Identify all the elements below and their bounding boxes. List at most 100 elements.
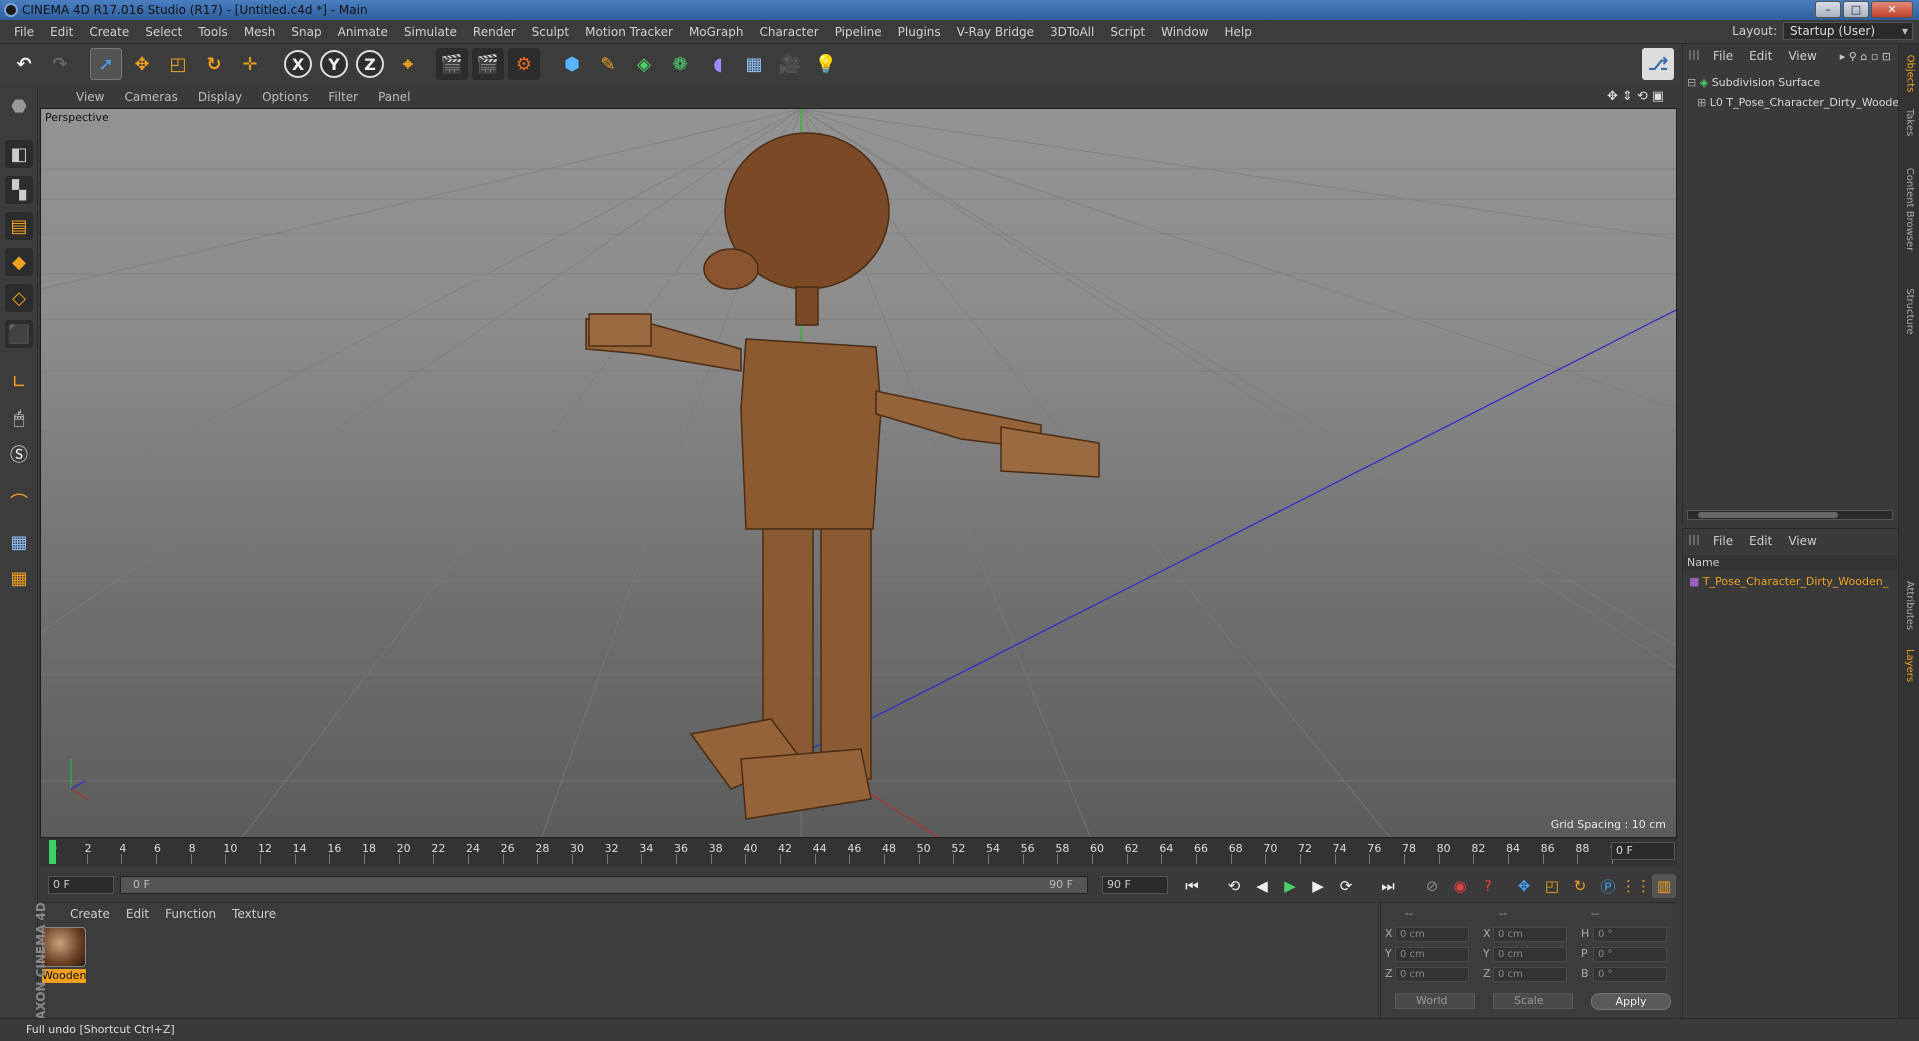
- position-z-field[interactable]: 0 cm: [1395, 967, 1469, 982]
- edges-mode-icon[interactable]: ◇: [5, 284, 33, 312]
- key-parameter-icon[interactable]: Ⓟ: [1596, 874, 1620, 898]
- render-picture-viewer-icon[interactable]: 🎬: [472, 48, 504, 80]
- object-menu-view[interactable]: View: [1780, 49, 1824, 63]
- next-frame-icon[interactable]: ▶: [1306, 874, 1330, 898]
- make-editable-icon[interactable]: ⬣: [5, 92, 33, 120]
- coordinate-system-icon[interactable]: ⌖: [392, 48, 424, 80]
- autokeying-icon[interactable]: ?: [1476, 874, 1500, 898]
- play-icon[interactable]: ▶: [1278, 874, 1302, 898]
- solo-icon[interactable]: Ⓢ: [5, 440, 33, 468]
- menu-help[interactable]: Help: [1216, 25, 1259, 39]
- size-x-field[interactable]: 0 cm: [1493, 927, 1567, 942]
- redo-icon[interactable]: ↷: [44, 48, 76, 80]
- world-dropdown[interactable]: World: [1395, 993, 1475, 1009]
- tab-layers[interactable]: Layers: [1899, 642, 1919, 688]
- menu-character[interactable]: Character: [751, 25, 826, 39]
- deformer-icon[interactable]: ◖: [702, 48, 734, 80]
- menu-mograph[interactable]: MoGraph: [681, 25, 752, 39]
- tab-objects[interactable]: Objects: [1899, 48, 1919, 98]
- object-manager-tool-icons[interactable]: ▸ ⚲ ⌂ ▫ ⊡: [1840, 50, 1891, 63]
- tab-attributes[interactable]: Attributes: [1899, 570, 1919, 640]
- layer-menu-file[interactable]: File: [1705, 534, 1741, 548]
- close-button[interactable]: ✕: [1871, 1, 1913, 18]
- panel-grip-icon[interactable]: [1689, 50, 1699, 60]
- render-view-icon[interactable]: 🎬: [436, 48, 468, 80]
- layer-menu-edit[interactable]: Edit: [1741, 534, 1780, 548]
- timeline-window-icon[interactable]: ▥: [1652, 874, 1676, 898]
- position-y-field[interactable]: 0 cm: [1395, 947, 1469, 962]
- object-menu-edit[interactable]: Edit: [1741, 49, 1780, 63]
- polygons-mode-icon[interactable]: ⬛: [5, 320, 33, 348]
- tree-item-character[interactable]: ⊞ L0 T_Pose_Character_Dirty_Wooden: [1697, 96, 1906, 109]
- position-x-field[interactable]: 0 cm: [1395, 927, 1469, 942]
- points-mode-icon[interactable]: ◆: [5, 248, 33, 276]
- scale-icon[interactable]: ◰: [162, 48, 194, 80]
- go-to-end-icon[interactable]: ⏭: [1376, 874, 1400, 898]
- viewport-menu-view[interactable]: View: [66, 90, 114, 104]
- menu-snap[interactable]: Snap: [283, 25, 329, 39]
- timeline-ruler[interactable]: 0246810121416182022242628303234363840424…: [40, 838, 1677, 866]
- viewport-perspective[interactable]: Perspective Grid Spacing : 10 cm: [40, 108, 1677, 838]
- tree-item-subdivision-surface[interactable]: ⊟ ◈ Subdivision Surface: [1687, 76, 1820, 89]
- scale-dropdown[interactable]: Scale: [1493, 993, 1573, 1009]
- z-axis-icon[interactable]: Z: [354, 48, 386, 80]
- cube-icon[interactable]: ⬢: [556, 48, 588, 80]
- rotation-h-field[interactable]: 0 °: [1593, 927, 1667, 942]
- viewport-menu-filter[interactable]: Filter: [318, 90, 368, 104]
- menu-script[interactable]: Script: [1102, 25, 1153, 39]
- object-manager-scrollbar[interactable]: [1687, 510, 1893, 520]
- python-icon[interactable]: ⎇: [1642, 48, 1674, 80]
- undo-icon[interactable]: ↶: [8, 48, 40, 80]
- material-menu-function[interactable]: Function: [157, 907, 224, 921]
- camera-icon[interactable]: 🎥: [774, 48, 806, 80]
- rotate-icon[interactable]: ↻: [198, 48, 230, 80]
- start-frame-field[interactable]: 0 F: [48, 876, 114, 894]
- menu-pipeline[interactable]: Pipeline: [827, 25, 890, 39]
- maximize-button[interactable]: □: [1843, 1, 1869, 18]
- layout-dropdown[interactable]: Startup (User): [1783, 22, 1913, 40]
- menu-tools[interactable]: Tools: [190, 25, 236, 39]
- material-thumbnail[interactable]: [42, 927, 86, 967]
- menu-window[interactable]: Window: [1153, 25, 1216, 39]
- move-icon[interactable]: ✥: [126, 48, 158, 80]
- viewport-menu-cameras[interactable]: Cameras: [114, 90, 187, 104]
- pen-icon[interactable]: ✎: [592, 48, 624, 80]
- minimize-button[interactable]: –: [1815, 1, 1841, 18]
- snap-icon[interactable]: ⌒: [5, 488, 33, 516]
- object-menu-file[interactable]: File: [1705, 49, 1741, 63]
- menu-create[interactable]: Create: [81, 25, 137, 39]
- x-axis-icon[interactable]: X: [282, 48, 314, 80]
- menu-render[interactable]: Render: [465, 25, 524, 39]
- floor-icon[interactable]: ▦: [738, 48, 770, 80]
- layer-item[interactable]: ■ T_Pose_Character_Dirty_Wooden_: [1689, 575, 1888, 588]
- viewport-navigation-icons[interactable]: ✥⇕⟲▣: [1607, 89, 1668, 104]
- tree-expand-icon[interactable]: ⊞: [1697, 96, 1706, 109]
- lock-workplane-icon[interactable]: ▦: [5, 528, 33, 556]
- key-scale-icon[interactable]: ◰: [1540, 874, 1564, 898]
- render-settings-icon[interactable]: ⚙: [508, 48, 540, 80]
- panel-grip-icon[interactable]: [1689, 535, 1699, 545]
- viewport-menu-options[interactable]: Options: [252, 90, 318, 104]
- tab-structure[interactable]: Structure: [1899, 276, 1919, 346]
- array-icon[interactable]: ❁: [664, 48, 696, 80]
- frame-range-slider[interactable]: 0 F 90 F: [120, 876, 1088, 894]
- planar-workplane-icon[interactable]: ▦: [5, 564, 33, 592]
- menu-animate[interactable]: Animate: [330, 25, 396, 39]
- current-frame-field[interactable]: 0 F: [1611, 842, 1675, 860]
- menu-3dtoall[interactable]: 3DToAll: [1042, 25, 1102, 39]
- tab-content-browser[interactable]: Content Browser: [1899, 144, 1919, 274]
- menu-motion-tracker[interactable]: Motion Tracker: [577, 25, 681, 39]
- tree-collapse-icon[interactable]: ⊟: [1687, 76, 1696, 89]
- material-menu-edit[interactable]: Edit: [118, 907, 157, 921]
- viewport-menu-display[interactable]: Display: [188, 90, 252, 104]
- tab-takes[interactable]: Takes: [1899, 102, 1919, 142]
- size-z-field[interactable]: 0 cm: [1493, 967, 1567, 982]
- viewport-menu-panel[interactable]: Panel: [368, 90, 420, 104]
- menu-select[interactable]: Select: [137, 25, 190, 39]
- workplane-icon[interactable]: ▤: [5, 212, 33, 240]
- record-disabled-icon[interactable]: ⊘: [1420, 874, 1444, 898]
- layer-menu-view[interactable]: View: [1780, 534, 1824, 548]
- axis-mode-icon[interactable]: ∟: [5, 368, 33, 396]
- menu-edit[interactable]: Edit: [42, 25, 81, 39]
- material-menu-create[interactable]: Create: [62, 907, 118, 921]
